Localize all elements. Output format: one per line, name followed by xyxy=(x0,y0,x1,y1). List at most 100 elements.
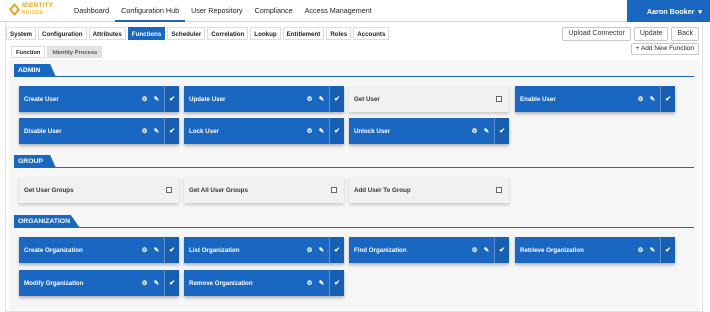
card-label: Enable User xyxy=(520,95,556,103)
gear-icon[interactable]: ⚙ xyxy=(636,95,645,103)
card-label: Remove Organization xyxy=(189,279,253,287)
function-card-retrieve-organization[interactable]: Retrieve Organization ⚙ ✎ ✔ xyxy=(515,237,675,263)
check-icon[interactable]: ✔ xyxy=(660,237,675,263)
check-icon[interactable]: ✔ xyxy=(329,237,344,263)
check-icon[interactable]: ✔ xyxy=(660,86,675,112)
pencil-icon[interactable]: ✎ xyxy=(482,246,491,254)
gear-icon[interactable]: ⚙ xyxy=(305,95,314,103)
check-icon[interactable]: ✔ xyxy=(494,237,509,263)
pencil-icon[interactable]: ✎ xyxy=(317,246,326,254)
function-card-unlock-user[interactable]: Unlock User ⚙ ✎ ✔ xyxy=(349,118,509,144)
update-button[interactable]: Update xyxy=(633,27,669,41)
nav-user-repository[interactable]: User Repository xyxy=(185,0,249,22)
tab-system[interactable]: System xyxy=(6,27,37,40)
enable-checkbox[interactable] xyxy=(331,187,337,193)
function-card-get-user-groups[interactable]: Get User Groups xyxy=(19,177,179,203)
tab-entitlement[interactable]: Entitlement xyxy=(282,27,325,40)
enable-checkbox[interactable] xyxy=(496,187,502,193)
function-card-get-user[interactable]: Get User xyxy=(349,86,509,112)
card-label: Create User xyxy=(24,95,59,103)
gear-icon[interactable]: ⚙ xyxy=(305,127,314,135)
function-card-get-all-user-groups[interactable]: Get All User Groups xyxy=(184,177,344,203)
function-card-create-organization[interactable]: Create Organization ⚙ ✎ ✔ xyxy=(19,237,179,263)
content-area: System Configuration Attributes Function… xyxy=(5,22,703,312)
tab-attributes[interactable]: Attributes xyxy=(88,27,126,40)
functions-panel: ADMIN Create User ⚙ ✎ ✔ Update User ⚙ ✎ … xyxy=(9,60,699,310)
user-menu[interactable]: Aaron Booker ▾ xyxy=(627,0,710,22)
check-icon[interactable]: ✔ xyxy=(329,86,344,112)
function-card-lock-user[interactable]: Lock User ⚙ ✎ ✔ xyxy=(184,118,344,144)
gear-icon[interactable]: ⚙ xyxy=(305,279,314,287)
gear-icon[interactable]: ⚙ xyxy=(305,246,314,254)
back-button[interactable]: Back xyxy=(671,27,699,41)
function-card-update-user[interactable]: Update User ⚙ ✎ ✔ xyxy=(184,86,344,112)
section-divider xyxy=(14,76,694,77)
top-bar: IDENTITY BRIDGE Dashboard Configuration … xyxy=(0,0,710,22)
tab-configuration[interactable]: Configuration xyxy=(38,27,87,40)
check-icon[interactable]: ✔ xyxy=(164,270,179,296)
upload-connector-button[interactable]: Upload Connector xyxy=(562,27,631,41)
section-divider xyxy=(14,227,694,228)
pencil-icon[interactable]: ✎ xyxy=(317,279,326,287)
main-nav: Dashboard Configuration Hub User Reposit… xyxy=(68,0,378,22)
logo-text-secondary: BRIDGE xyxy=(22,9,44,16)
check-icon[interactable]: ✔ xyxy=(164,237,179,263)
function-card-add-user-to-group[interactable]: Add User To Group xyxy=(349,177,509,203)
gear-icon[interactable]: ⚙ xyxy=(140,246,149,254)
enable-checkbox[interactable] xyxy=(166,187,172,193)
nav-access-management[interactable]: Access Management xyxy=(299,0,378,22)
check-icon[interactable]: ✔ xyxy=(164,118,179,144)
function-subtabs: Function Identity Process xyxy=(11,46,103,58)
function-card-enable-user[interactable]: Enable User ⚙ ✎ ✔ xyxy=(515,86,675,112)
enable-checkbox[interactable] xyxy=(496,96,502,102)
tab-lookup[interactable]: Lookup xyxy=(250,27,281,40)
nav-configuration-hub[interactable]: Configuration Hub xyxy=(115,0,186,22)
function-card-modify-organization[interactable]: Modify Organization ⚙ ✎ ✔ xyxy=(19,270,179,296)
pencil-icon[interactable]: ✎ xyxy=(152,279,161,287)
gear-icon[interactable]: ⚙ xyxy=(140,279,149,287)
check-icon[interactable]: ✔ xyxy=(164,86,179,112)
function-card-find-organization[interactable]: Find Organization ⚙ ✎ ✔ xyxy=(349,237,509,263)
gear-icon[interactable]: ⚙ xyxy=(636,246,645,254)
add-new-function-button[interactable]: + Add New Function xyxy=(630,43,699,55)
tab-roles[interactable]: Roles xyxy=(326,27,352,40)
logo-mark-icon xyxy=(9,3,20,16)
tab-accounts[interactable]: Accounts xyxy=(353,27,390,40)
pencil-icon[interactable]: ✎ xyxy=(648,246,657,254)
subtab-identity-process[interactable]: Identity Process xyxy=(47,46,103,58)
subtab-function[interactable]: Function xyxy=(11,46,46,58)
identity-bridge-logo[interactable]: IDENTITY BRIDGE xyxy=(9,2,53,16)
check-icon[interactable]: ✔ xyxy=(329,270,344,296)
card-label: Update User xyxy=(189,95,226,103)
config-tabs: System Configuration Attributes Function… xyxy=(6,27,390,40)
pencil-icon[interactable]: ✎ xyxy=(317,127,326,135)
card-label: Retrieve Organization xyxy=(520,246,584,254)
function-card-list-organization[interactable]: List Organization ⚙ ✎ ✔ xyxy=(184,237,344,263)
tab-correlation[interactable]: Correlation xyxy=(207,27,249,40)
check-icon[interactable]: ✔ xyxy=(329,118,344,144)
card-label: List Organization xyxy=(189,246,240,254)
pencil-icon[interactable]: ✎ xyxy=(152,127,161,135)
tab-scheduler[interactable]: Scheduler xyxy=(167,27,206,40)
gear-icon[interactable]: ⚙ xyxy=(140,95,149,103)
nav-compliance[interactable]: Compliance xyxy=(249,0,299,22)
check-icon[interactable]: ✔ xyxy=(494,118,509,144)
pencil-icon[interactable]: ✎ xyxy=(152,246,161,254)
nav-dashboard[interactable]: Dashboard xyxy=(68,0,115,22)
pencil-icon[interactable]: ✎ xyxy=(317,95,326,103)
pencil-icon[interactable]: ✎ xyxy=(648,95,657,103)
pencil-icon[interactable]: ✎ xyxy=(482,127,491,135)
function-card-remove-organization[interactable]: Remove Organization ⚙ ✎ ✔ xyxy=(184,270,344,296)
card-label: Get All User Groups xyxy=(189,186,248,194)
function-card-create-user[interactable]: Create User ⚙ ✎ ✔ xyxy=(19,86,179,112)
section-divider xyxy=(14,167,694,168)
tab-functions[interactable]: Functions xyxy=(127,27,166,40)
gear-icon[interactable]: ⚙ xyxy=(470,246,479,254)
card-label: Get User Groups xyxy=(24,186,74,194)
chevron-down-icon: ▾ xyxy=(698,6,702,16)
gear-icon[interactable]: ⚙ xyxy=(470,127,479,135)
gear-icon[interactable]: ⚙ xyxy=(140,127,149,135)
function-card-disable-user[interactable]: Disable User ⚙ ✎ ✔ xyxy=(19,118,179,144)
card-label: Find Organization xyxy=(354,246,407,254)
pencil-icon[interactable]: ✎ xyxy=(152,95,161,103)
